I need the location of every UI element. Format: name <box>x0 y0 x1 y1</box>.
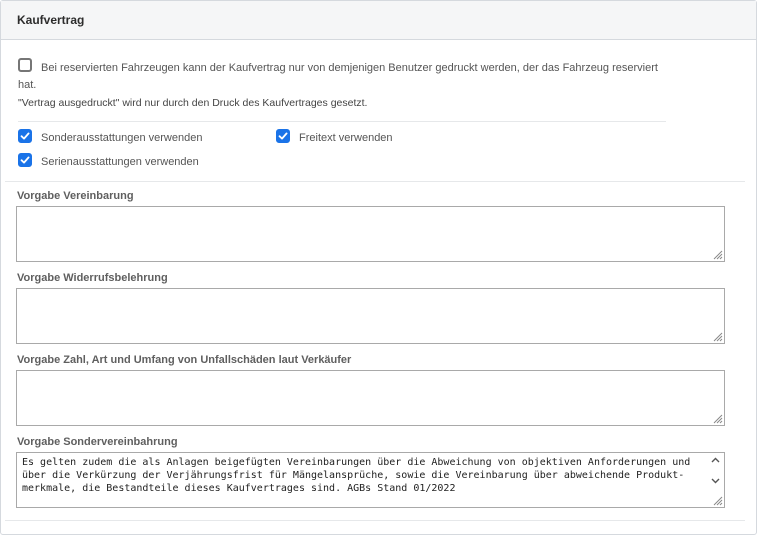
resize-grip-icon[interactable] <box>711 248 723 260</box>
print-note: "Vertrag ausgedruckt" wird nur durch den… <box>18 97 368 109</box>
accident-damage-textarea[interactable] <box>16 370 725 426</box>
text-line: merkmale, die Bestandteile dieses Kaufve… <box>22 483 456 494</box>
panel-title: Kaufvertrag <box>17 13 85 27</box>
withdrawal-textarea[interactable] <box>16 288 725 344</box>
divider <box>18 121 666 122</box>
accident-damage-label: Vorgabe Zahl, Art und Umfang von Unfalls… <box>17 354 352 366</box>
text-line: über die Verkürzung der Verjährungsfrist… <box>22 470 685 481</box>
reserved-vehicle-label: Bei reservierten Fahrzeugen kann der Kau… <box>41 62 658 74</box>
special-agreement-text: Es gelten zudem die als Anlagen beigefüg… <box>22 456 704 495</box>
kaufvertrag-panel: Kaufvertrag Bei reservierten Fahrzeugen … <box>0 0 757 535</box>
check-icon <box>278 132 288 140</box>
agreement-label: Vorgabe Vereinbarung <box>17 190 134 202</box>
reserved-vehicle-label-cont: hat. <box>18 79 37 91</box>
special-agreement-label: Vorgabe Sondervereinbahrung <box>17 436 178 448</box>
resize-grip-icon[interactable] <box>711 494 723 506</box>
resize-grip-icon[interactable] <box>711 412 723 424</box>
check-icon <box>20 156 30 164</box>
freetext-checkbox[interactable] <box>276 129 290 143</box>
panel-header: Kaufvertrag <box>1 1 756 40</box>
withdrawal-label: Vorgabe Widerrufsbelehrung <box>17 272 168 284</box>
reserved-vehicle-checkbox[interactable] <box>18 58 32 72</box>
divider <box>5 520 745 521</box>
chevron-up-icon[interactable] <box>711 457 720 463</box>
special-equipment-checkbox[interactable] <box>18 129 32 143</box>
series-equipment-checkbox[interactable] <box>18 153 32 167</box>
special-equipment-label: Sonderausstattungen verwenden <box>41 132 203 144</box>
chevron-down-icon[interactable] <box>711 478 720 484</box>
scrollbar[interactable] <box>707 453 724 494</box>
freetext-label: Freitext verwenden <box>299 132 393 144</box>
text-line: Es gelten zudem die als Anlagen beigefüg… <box>22 457 691 468</box>
special-agreement-textarea[interactable]: Es gelten zudem die als Anlagen beigefüg… <box>16 452 725 508</box>
series-equipment-label: Serienausstattungen verwenden <box>41 156 199 168</box>
agreement-textarea[interactable] <box>16 206 725 262</box>
resize-grip-icon[interactable] <box>711 330 723 342</box>
check-icon <box>20 132 30 140</box>
divider <box>5 181 745 182</box>
